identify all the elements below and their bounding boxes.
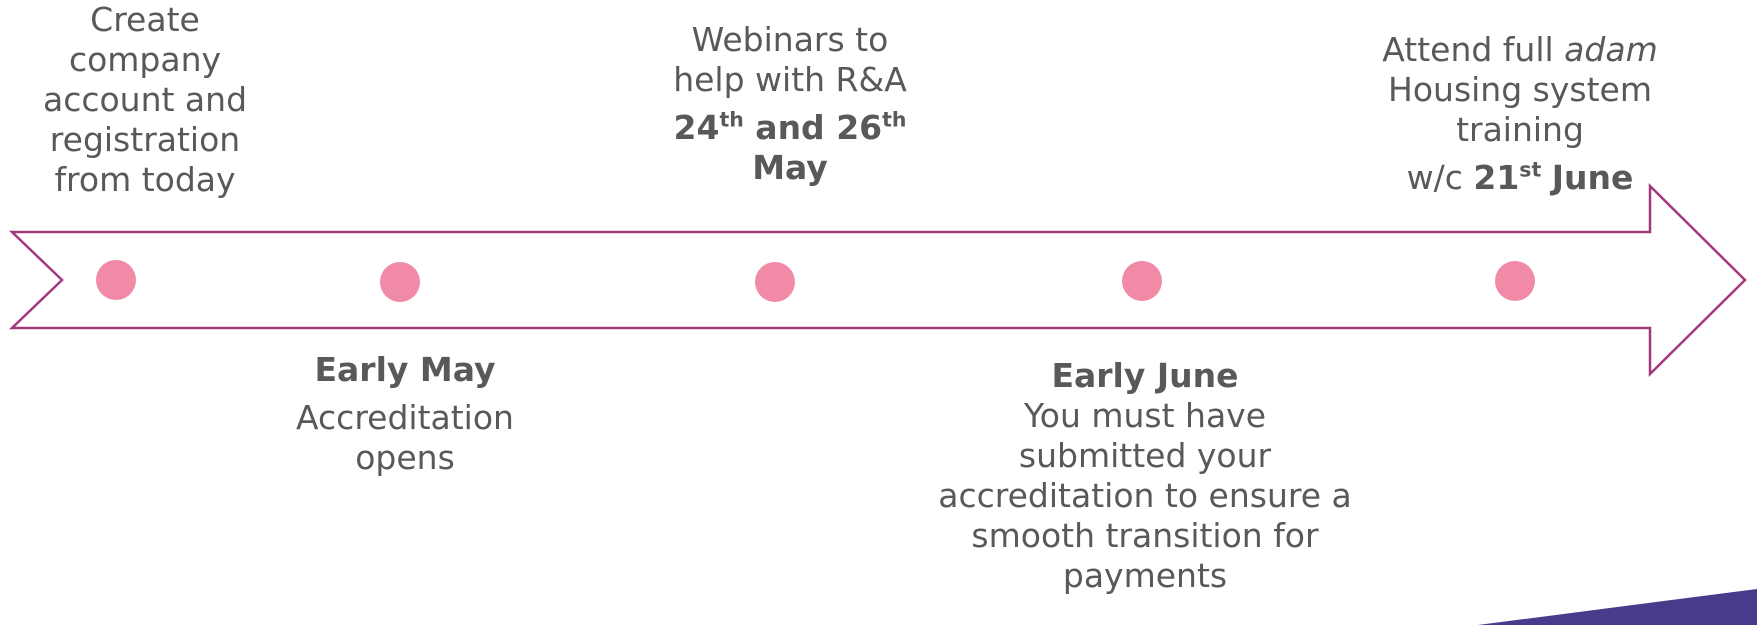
milestone-text-line: account and xyxy=(42,80,248,119)
milestone-label-system-training: Attend full adam Housing system training… xyxy=(1340,30,1700,198)
milestone-text-line: submitted your xyxy=(1018,436,1272,475)
date-number: 26 xyxy=(836,108,883,147)
milestone-dot-4 xyxy=(1122,261,1162,301)
milestone-label-submit-accreditation: Early June You must have submitted your … xyxy=(935,356,1355,596)
milestone-text-line: payments xyxy=(1062,556,1228,595)
corner-accent-shape xyxy=(1478,589,1757,625)
date-joiner: and xyxy=(755,108,825,147)
milestone-label-accreditation-opens: Early May Accreditation opens xyxy=(255,350,555,478)
milestone-heading: Early May xyxy=(314,350,496,389)
date-suffix: th xyxy=(719,107,744,132)
milestone-text-line: training xyxy=(1456,110,1584,149)
milestone-dot-5 xyxy=(1495,261,1535,301)
date-number: 24 xyxy=(673,108,720,147)
date-suffix: st xyxy=(1519,157,1542,182)
milestone-text-line: Accreditation xyxy=(296,398,514,437)
timeline-arrow xyxy=(8,183,1747,377)
milestone-text-line: smooth transition for xyxy=(971,516,1319,555)
date-suffix: th xyxy=(882,107,907,132)
milestone-text-line: Attend full adam xyxy=(1340,30,1700,70)
webinar-dates: 24th and 26th xyxy=(660,108,920,148)
milestone-text-line: accreditation to ensure a xyxy=(938,476,1352,515)
milestone-text-line: You must have xyxy=(1023,396,1267,435)
milestone-dot-3 xyxy=(755,262,795,302)
milestone-text-line: opens xyxy=(355,438,455,477)
training-date: w/c 21st June xyxy=(1340,158,1700,198)
milestone-dot-1 xyxy=(96,260,136,300)
date-number: 21st xyxy=(1473,157,1542,197)
date-month: June xyxy=(1551,158,1634,197)
milestone-text-line: from today xyxy=(54,160,236,199)
milestone-text-line: registration xyxy=(49,120,241,159)
date-prefix: w/c xyxy=(1406,158,1463,197)
system-name: adam xyxy=(1564,30,1658,69)
training-prefix: Attend full xyxy=(1382,30,1565,69)
milestone-heading: Early June xyxy=(1051,356,1239,395)
milestone-label-create-account: Create company account and registration … xyxy=(20,0,270,200)
milestone-text-line: Housing system xyxy=(1388,70,1652,109)
milestone-text-line: help with R&A xyxy=(673,60,907,99)
milestone-text-line: Webinars to xyxy=(691,20,889,59)
date-month: May xyxy=(752,148,828,187)
milestone-text-line: Create xyxy=(90,0,200,39)
milestone-text-line: company xyxy=(68,40,222,79)
milestone-dot-2 xyxy=(380,262,420,302)
milestone-label-webinars: Webinars to help with R&A 24th and 26th … xyxy=(660,20,920,188)
